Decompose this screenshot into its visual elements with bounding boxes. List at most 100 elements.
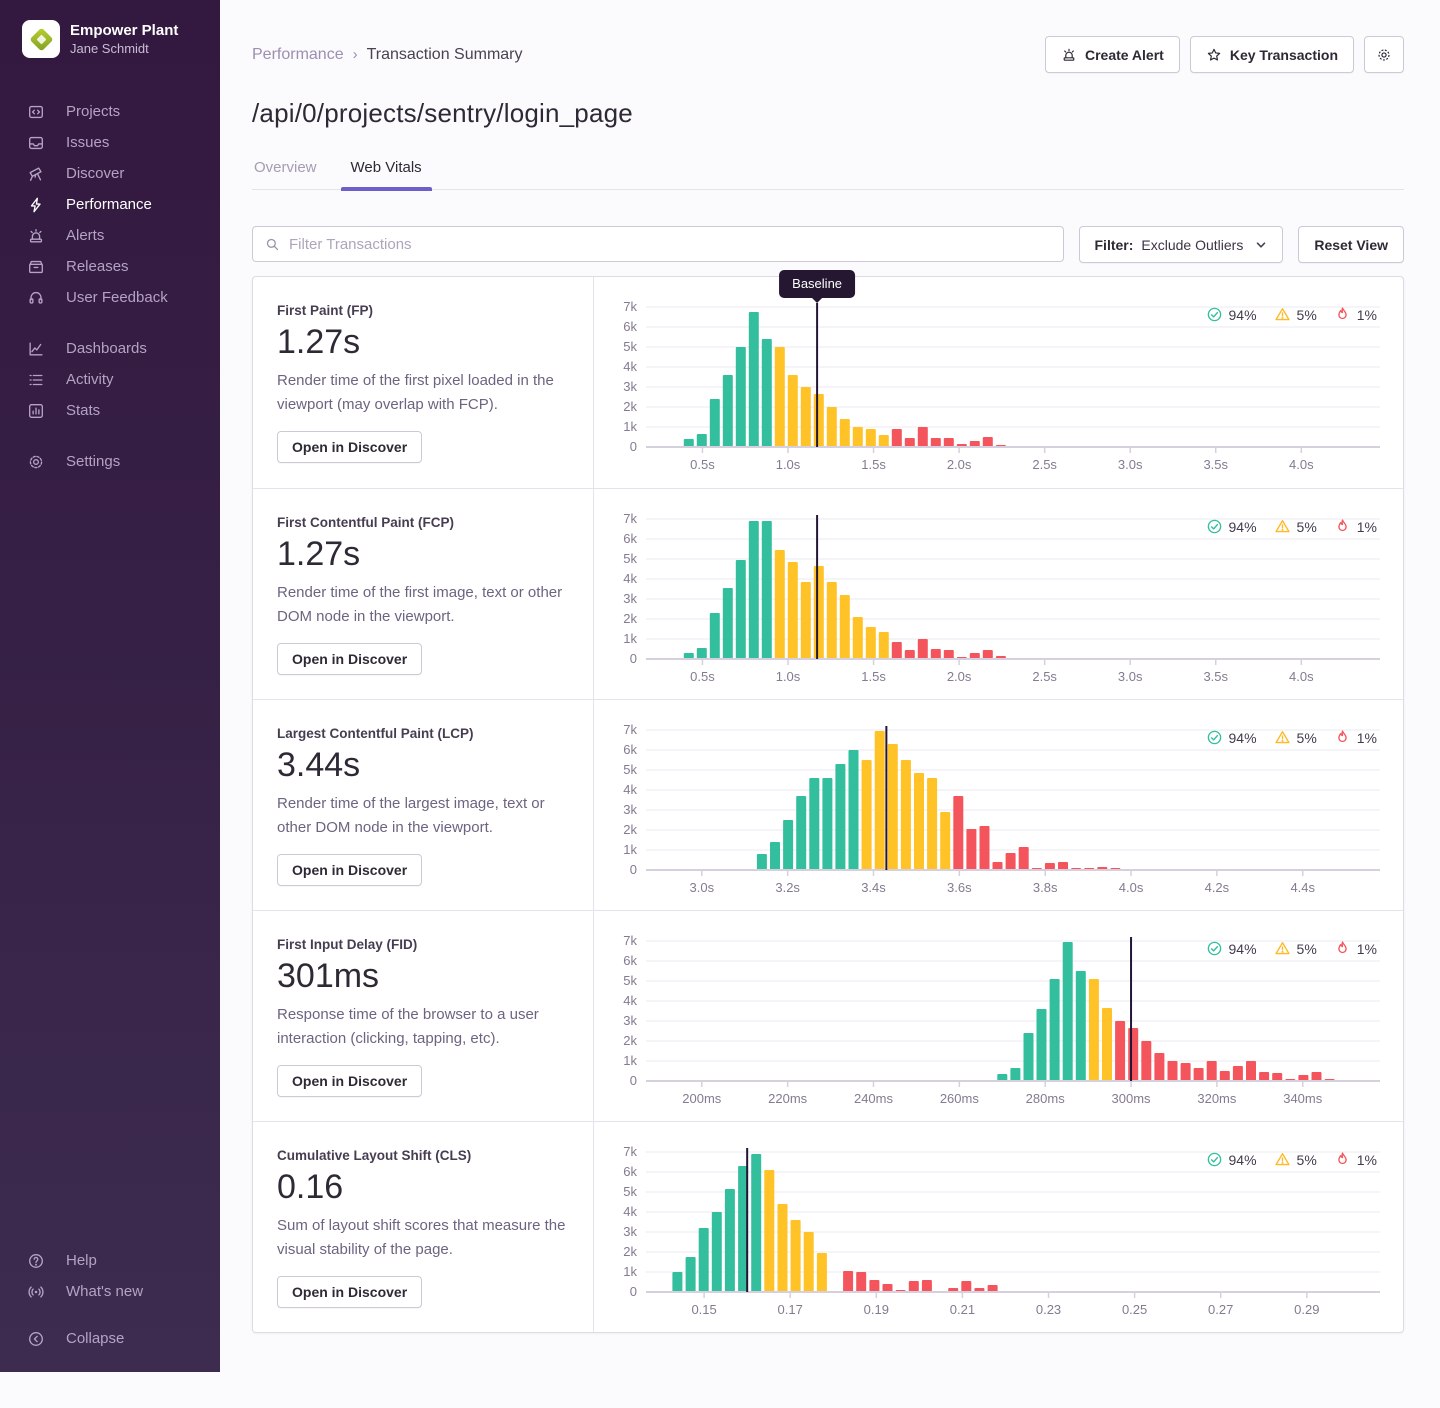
vital-histogram[interactable]: Baseline 01k2k3k4k5k6k7k0.5s1.0s1.5s2.0s… xyxy=(594,277,1403,488)
check-circle-icon xyxy=(1206,729,1223,746)
sidebar-item-alerts[interactable]: Alerts xyxy=(0,220,220,251)
svg-text:0.29: 0.29 xyxy=(1294,1302,1319,1317)
vital-row-fcp: First Contentful Paint (FCP) 1.27s Rende… xyxy=(253,488,1403,699)
svg-text:7k: 7k xyxy=(623,1144,637,1159)
projects-icon xyxy=(27,103,45,121)
vital-value: 3.44s xyxy=(277,746,569,785)
svg-text:4.0s: 4.0s xyxy=(1289,457,1314,472)
alerts-icon xyxy=(27,227,45,245)
svg-text:2k: 2k xyxy=(623,399,637,414)
svg-text:5k: 5k xyxy=(623,973,637,988)
key-transaction-button[interactable]: Key Transaction xyxy=(1190,36,1354,73)
vital-title: First Contentful Paint (FCP) xyxy=(277,515,569,530)
fire-icon xyxy=(1334,1151,1351,1168)
vital-histogram[interactable]: 01k2k3k4k5k6k7k0.150.170.190.210.230.250… xyxy=(594,1122,1403,1332)
tab-overview[interactable]: Overview xyxy=(252,153,319,189)
breadcrumb-performance-link[interactable]: Performance xyxy=(252,46,344,64)
svg-text:0.17: 0.17 xyxy=(778,1302,803,1317)
user-feedback-icon xyxy=(27,289,45,307)
vital-title: First Paint (FP) xyxy=(277,303,569,318)
sidebar-collapse-button[interactable]: Collapse xyxy=(0,1323,220,1354)
vital-row-fid: First Input Delay (FID) 301ms Response t… xyxy=(253,910,1403,1121)
svg-text:6k: 6k xyxy=(623,1164,637,1179)
tab-web-vitals[interactable]: Web Vitals xyxy=(349,153,424,189)
sidebar-item-user-feedback[interactable]: User Feedback xyxy=(0,282,220,313)
svg-text:320ms: 320ms xyxy=(1197,1091,1237,1106)
svg-text:0.5s: 0.5s xyxy=(690,669,715,684)
vital-histogram[interactable]: 01k2k3k4k5k6k7k200ms220ms240ms260ms280ms… xyxy=(594,911,1403,1121)
sidebar-item-help[interactable]: Help xyxy=(0,1245,220,1276)
open-in-discover-button[interactable]: Open in Discover xyxy=(277,854,422,886)
sidebar-item-settings[interactable]: Settings xyxy=(0,446,220,477)
svg-text:0: 0 xyxy=(630,1073,637,1088)
sidebar-item-performance[interactable]: Performance xyxy=(0,189,220,220)
svg-text:6k: 6k xyxy=(623,531,637,546)
sidebar-item-label: Activity xyxy=(66,371,114,388)
open-in-discover-button[interactable]: Open in Discover xyxy=(277,431,422,463)
performance-icon xyxy=(27,196,45,214)
sidebar-item-issues[interactable]: Issues xyxy=(0,127,220,158)
svg-text:1k: 1k xyxy=(623,419,637,434)
svg-text:3.8s: 3.8s xyxy=(1033,880,1058,895)
filter-prefix: Filter: xyxy=(1095,237,1134,253)
sidebar-item-label: User Feedback xyxy=(66,289,168,306)
svg-text:0.27: 0.27 xyxy=(1208,1302,1233,1317)
chevron-down-icon xyxy=(1255,239,1267,251)
poor-badge: 1% xyxy=(1334,306,1377,323)
sidebar-item-dashboards[interactable]: Dashboards xyxy=(0,333,220,364)
vital-status-badges: 94% 5% 1% xyxy=(1206,729,1378,746)
sidebar-item-whats-new[interactable]: What's new xyxy=(0,1276,220,1307)
create-alert-button[interactable]: Create Alert xyxy=(1045,36,1180,73)
warning-triangle-icon xyxy=(1274,729,1291,746)
org-switcher[interactable]: Empower Plant Jane Schmidt xyxy=(0,0,220,58)
svg-text:5k: 5k xyxy=(623,762,637,777)
svg-text:220ms: 220ms xyxy=(768,1091,808,1106)
vital-description: Render time of the largest image, text o… xyxy=(277,792,569,840)
svg-text:4k: 4k xyxy=(623,993,637,1008)
star-icon xyxy=(1206,47,1222,63)
vital-row-lcp: Largest Contentful Paint (LCP) 3.44s Ren… xyxy=(253,699,1403,910)
svg-text:2.0s: 2.0s xyxy=(947,669,972,684)
gear-icon xyxy=(1376,47,1392,63)
sidebar-item-stats[interactable]: Stats xyxy=(0,395,220,426)
search-icon xyxy=(265,237,280,252)
svg-text:280ms: 280ms xyxy=(1026,1091,1066,1106)
svg-text:7k: 7k xyxy=(623,933,637,948)
filter-dropdown[interactable]: Filter: Exclude Outliers xyxy=(1079,226,1284,263)
svg-text:4.2s: 4.2s xyxy=(1205,880,1230,895)
svg-text:2.5s: 2.5s xyxy=(1032,457,1057,472)
filter-transactions-search[interactable] xyxy=(252,226,1064,262)
svg-text:1k: 1k xyxy=(623,1053,637,1068)
open-in-discover-button[interactable]: Open in Discover xyxy=(277,1276,422,1308)
sidebar-item-activity[interactable]: Activity xyxy=(0,364,220,395)
settings-gear-button[interactable] xyxy=(1364,36,1404,73)
meh-badge: 5% xyxy=(1274,306,1317,323)
search-input[interactable] xyxy=(289,236,1051,253)
svg-text:7k: 7k xyxy=(623,722,637,737)
sidebar-item-label: Issues xyxy=(66,134,109,151)
vital-histogram[interactable]: 01k2k3k4k5k6k7k3.0s3.2s3.4s3.6s3.8s4.0s4… xyxy=(594,700,1403,910)
check-circle-icon xyxy=(1206,940,1223,957)
svg-text:3k: 3k xyxy=(623,379,637,394)
svg-text:3.4s: 3.4s xyxy=(861,880,886,895)
svg-text:4.0s: 4.0s xyxy=(1289,669,1314,684)
sidebar-item-label: Discover xyxy=(66,165,124,182)
create-alert-label: Create Alert xyxy=(1085,47,1164,63)
fire-icon xyxy=(1334,306,1351,323)
open-in-discover-button[interactable]: Open in Discover xyxy=(277,1065,422,1097)
vital-title: Cumulative Layout Shift (CLS) xyxy=(277,1148,569,1163)
sidebar-item-projects[interactable]: Projects xyxy=(0,96,220,127)
meh-badge: 5% xyxy=(1274,518,1317,535)
svg-text:2.0s: 2.0s xyxy=(947,457,972,472)
reset-view-button[interactable]: Reset View xyxy=(1298,226,1404,263)
svg-text:2k: 2k xyxy=(623,822,637,837)
sidebar-item-label: Settings xyxy=(66,453,120,470)
open-in-discover-button[interactable]: Open in Discover xyxy=(277,643,422,675)
svg-text:3.2s: 3.2s xyxy=(775,880,800,895)
sidebar-item-discover[interactable]: Discover xyxy=(0,158,220,189)
svg-text:3.5s: 3.5s xyxy=(1203,457,1228,472)
svg-text:3k: 3k xyxy=(623,1013,637,1028)
sidebar-item-releases[interactable]: Releases xyxy=(0,251,220,282)
vital-histogram[interactable]: 01k2k3k4k5k6k7k0.5s1.0s1.5s2.0s2.5s3.0s3… xyxy=(594,489,1403,699)
main-content: Performance › Transaction Summary Create… xyxy=(220,36,1440,1333)
